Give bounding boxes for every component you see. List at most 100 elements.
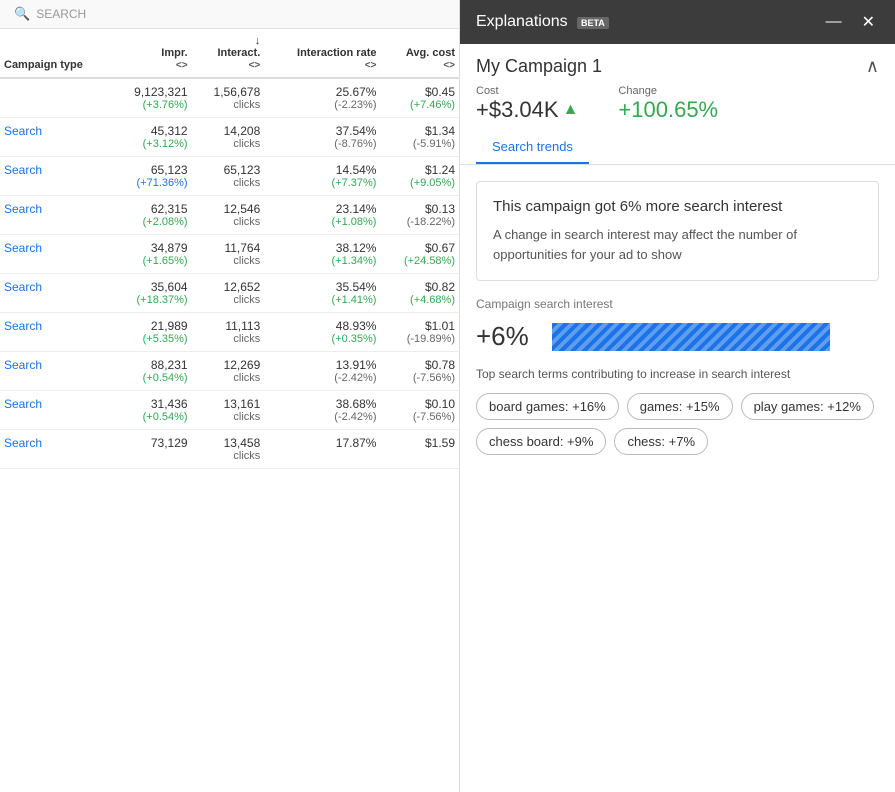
cell-rate: 37.54%(-8.76%) <box>264 118 380 157</box>
cell-campaign[interactable]: Search <box>0 274 110 313</box>
cell-interact: 12,546clicks <box>192 196 265 235</box>
cost-metric: Cost +$3.04K ▲ <box>476 85 578 123</box>
cell-cost: $1.01(-19.89%) <box>380 313 459 352</box>
up-arrow-icon: ▲ <box>563 101 579 119</box>
cost-label: Cost <box>476 85 578 97</box>
campaign-row: My Campaign 1 ∧ <box>476 56 879 77</box>
col-campaign-type: Campaign type <box>0 29 110 78</box>
panel-header: Explanations BETA — ✕ <box>460 0 895 44</box>
interest-section-label: Campaign search interest <box>476 297 879 311</box>
cell-campaign[interactable] <box>0 78 110 118</box>
metrics-row: Cost +$3.04K ▲ Change +100.65% <box>476 85 879 123</box>
table-row[interactable]: Search62,315(+2.08%)12,546clicks23.14%(+… <box>0 196 459 235</box>
interest-percent: +6% <box>476 321 536 352</box>
cell-impr: 9,123,321(+3.76%) <box>110 78 192 118</box>
table-body: 9,123,321(+3.76%)1,56,678clicks25.67%(-2… <box>0 78 459 469</box>
cell-campaign[interactable]: Search <box>0 430 110 469</box>
change-label: Change <box>618 85 718 97</box>
table-row[interactable]: Search73,12913,458clicks17.87%$1.59 <box>0 430 459 469</box>
cell-rate: 38.68%(-2.42%) <box>264 391 380 430</box>
table-row[interactable]: Search31,436(+0.54%)13,161clicks38.68%(-… <box>0 391 459 430</box>
close-button[interactable]: ✕ <box>858 10 879 34</box>
card-title: This campaign got 6% more search interes… <box>493 198 862 215</box>
term-chip[interactable]: chess: +7% <box>614 428 708 455</box>
cell-impr: 31,436(+0.54%) <box>110 391 192 430</box>
col-interact[interactable]: ↓ Interact. <> <box>192 29 265 78</box>
chevron-up-icon[interactable]: ∧ <box>866 56 879 77</box>
cell-impr: 65,123(+71.36%) <box>110 157 192 196</box>
table-row[interactable]: Search88,231(+0.54%)12,269clicks13.91%(-… <box>0 352 459 391</box>
cell-interact: 1,56,678clicks <box>192 78 265 118</box>
cell-impr: 35,604(+18.37%) <box>110 274 192 313</box>
table-row[interactable]: Search35,604(+18.37%)12,652clicks35.54%(… <box>0 274 459 313</box>
table-row[interactable]: Search21,989(+5.35%)11,113clicks48.93%(+… <box>0 313 459 352</box>
cell-interact: 13,161clicks <box>192 391 265 430</box>
panel-title: Explanations <box>476 13 568 30</box>
cell-impr: 21,989(+5.35%) <box>110 313 192 352</box>
term-chip[interactable]: board games: +16% <box>476 393 619 420</box>
cell-campaign[interactable]: Search <box>0 313 110 352</box>
cell-interact: 12,652clicks <box>192 274 265 313</box>
campaign-section: My Campaign 1 ∧ Cost +$3.04K ▲ Change +1… <box>460 44 895 165</box>
cell-rate: 48.93%(+0.35%) <box>264 313 380 352</box>
cell-campaign[interactable]: Search <box>0 391 110 430</box>
cell-rate: 14.54%(+7.37%) <box>264 157 380 196</box>
table-header-row: Campaign type Impr. <> ↓ Interact. <> In… <box>0 29 459 78</box>
interest-bar-row: +6% <box>476 321 879 352</box>
cost-value: +$3.04K ▲ <box>476 97 578 123</box>
cell-campaign[interactable]: Search <box>0 235 110 274</box>
term-chip[interactable]: games: +15% <box>627 393 733 420</box>
cell-interact: 11,764clicks <box>192 235 265 274</box>
cell-cost: $1.34(-5.91%) <box>380 118 459 157</box>
table-row[interactable]: Search45,312(+3.12%)14,208clicks37.54%(-… <box>0 118 459 157</box>
search-interest-section: Campaign search interest +6% Top search … <box>476 297 879 455</box>
cell-rate: 17.87% <box>264 430 380 469</box>
table-row[interactable]: Search65,123(+71.36%)65,123clicks14.54%(… <box>0 157 459 196</box>
search-label: SEARCH <box>36 7 86 21</box>
col-avgcost[interactable]: Avg. cost <> <box>380 29 459 78</box>
cell-cost: $0.10(-7.56%) <box>380 391 459 430</box>
minimize-button[interactable]: — <box>822 11 846 33</box>
search-icon: 🔍 <box>14 6 30 22</box>
cell-campaign[interactable]: Search <box>0 352 110 391</box>
top-terms-label: Top search terms contributing to increas… <box>476 366 879 383</box>
cell-campaign[interactable]: Search <box>0 118 110 157</box>
cell-rate: 23.14%(+1.08%) <box>264 196 380 235</box>
cell-cost: $0.13(-18.22%) <box>380 196 459 235</box>
panel-header-icons: — ✕ <box>822 10 879 34</box>
cell-interact: 65,123clicks <box>192 157 265 196</box>
term-chip[interactable]: play games: +12% <box>741 393 874 420</box>
table-row[interactable]: Search34,879(+1.65%)11,764clicks38.12%(+… <box>0 235 459 274</box>
cell-impr: 73,129 <box>110 430 192 469</box>
campaign-name: My Campaign 1 <box>476 56 602 77</box>
beta-badge: BETA <box>577 17 609 29</box>
cell-campaign[interactable]: Search <box>0 157 110 196</box>
interest-bar-container <box>552 323 879 351</box>
panel-title-area: Explanations BETA <box>476 13 609 31</box>
cell-campaign[interactable]: Search <box>0 196 110 235</box>
cell-cost: $1.59 <box>380 430 459 469</box>
term-chip[interactable]: chess board: +9% <box>476 428 606 455</box>
cell-impr: 88,231(+0.54%) <box>110 352 192 391</box>
cell-cost: $0.45(+7.46%) <box>380 78 459 118</box>
cell-interact: 13,458clicks <box>192 430 265 469</box>
cell-impr: 62,315(+2.08%) <box>110 196 192 235</box>
campaigns-table: Campaign type Impr. <> ↓ Interact. <> In… <box>0 29 459 469</box>
terms-row: board games: +16% games: +15% play games: … <box>476 393 879 455</box>
right-panel: Explanations BETA — ✕ My Campaign 1 ∧ Co… <box>460 0 895 792</box>
cell-rate: 13.91%(-2.42%) <box>264 352 380 391</box>
info-card: This campaign got 6% more search interes… <box>476 181 879 281</box>
table-panel: 🔍 SEARCH Campaign type Impr. <> ↓ Intera… <box>0 0 460 792</box>
card-desc: A change in search interest may affect t… <box>493 225 862 264</box>
search-bar[interactable]: 🔍 SEARCH <box>0 0 459 29</box>
cell-cost: $1.24(+9.05%) <box>380 157 459 196</box>
cell-cost: $0.78(-7.56%) <box>380 352 459 391</box>
col-impr[interactable]: Impr. <> <box>110 29 192 78</box>
cell-impr: 45,312(+3.12%) <box>110 118 192 157</box>
cell-cost: $0.82(+4.68%) <box>380 274 459 313</box>
col-rate[interactable]: Interaction rate <> <box>264 29 380 78</box>
table-row[interactable]: 9,123,321(+3.76%)1,56,678clicks25.67%(-2… <box>0 78 459 118</box>
tab-search-trends[interactable]: Search trends <box>476 131 589 164</box>
cell-impr: 34,879(+1.65%) <box>110 235 192 274</box>
cell-rate: 38.12%(+1.34%) <box>264 235 380 274</box>
